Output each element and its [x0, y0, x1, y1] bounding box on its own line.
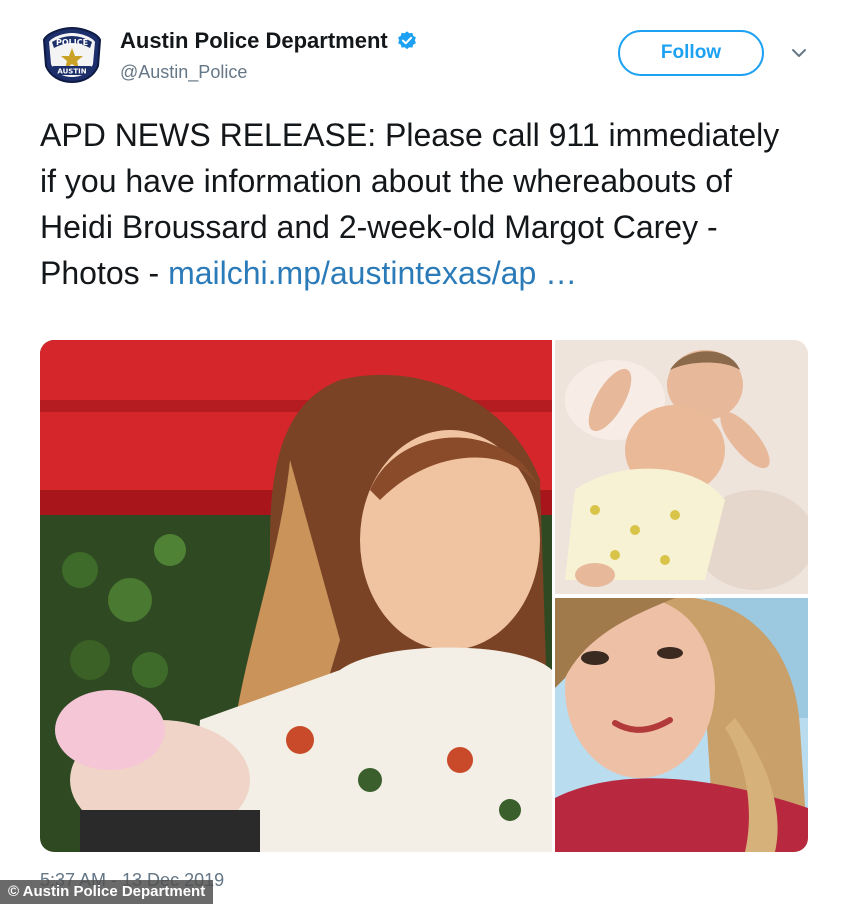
tweet-text: APD NEWS RELEASE: Please call 911 immedi… — [40, 112, 800, 296]
profile-avatar[interactable]: POLICE AUSTIN — [40, 26, 104, 84]
photo-baby[interactable] — [555, 340, 808, 594]
image-watermark: © Austin Police Department — [0, 880, 214, 904]
badge-top-text: POLICE — [56, 38, 88, 47]
police-badge-icon: POLICE AUSTIN — [42, 26, 102, 84]
tweet-link[interactable]: mailchi.mp/austintexas/ap … — [168, 255, 577, 291]
follow-button[interactable]: Follow — [618, 30, 764, 76]
photo-woman-with-baby[interactable] — [40, 340, 552, 852]
tweet-card: POLICE AUSTIN Austin Police Department @… — [0, 0, 850, 904]
chevron-down-icon[interactable] — [790, 46, 808, 60]
media-grid — [40, 340, 808, 852]
account-handle[interactable]: @Austin_Police — [120, 62, 247, 83]
badge-bottom-text: AUSTIN — [57, 68, 86, 76]
display-name[interactable]: Austin Police Department — [120, 28, 388, 54]
verified-badge-icon — [397, 31, 416, 50]
name-row: Austin Police Department — [120, 28, 418, 54]
photo-woman-selfie[interactable] — [555, 598, 808, 852]
